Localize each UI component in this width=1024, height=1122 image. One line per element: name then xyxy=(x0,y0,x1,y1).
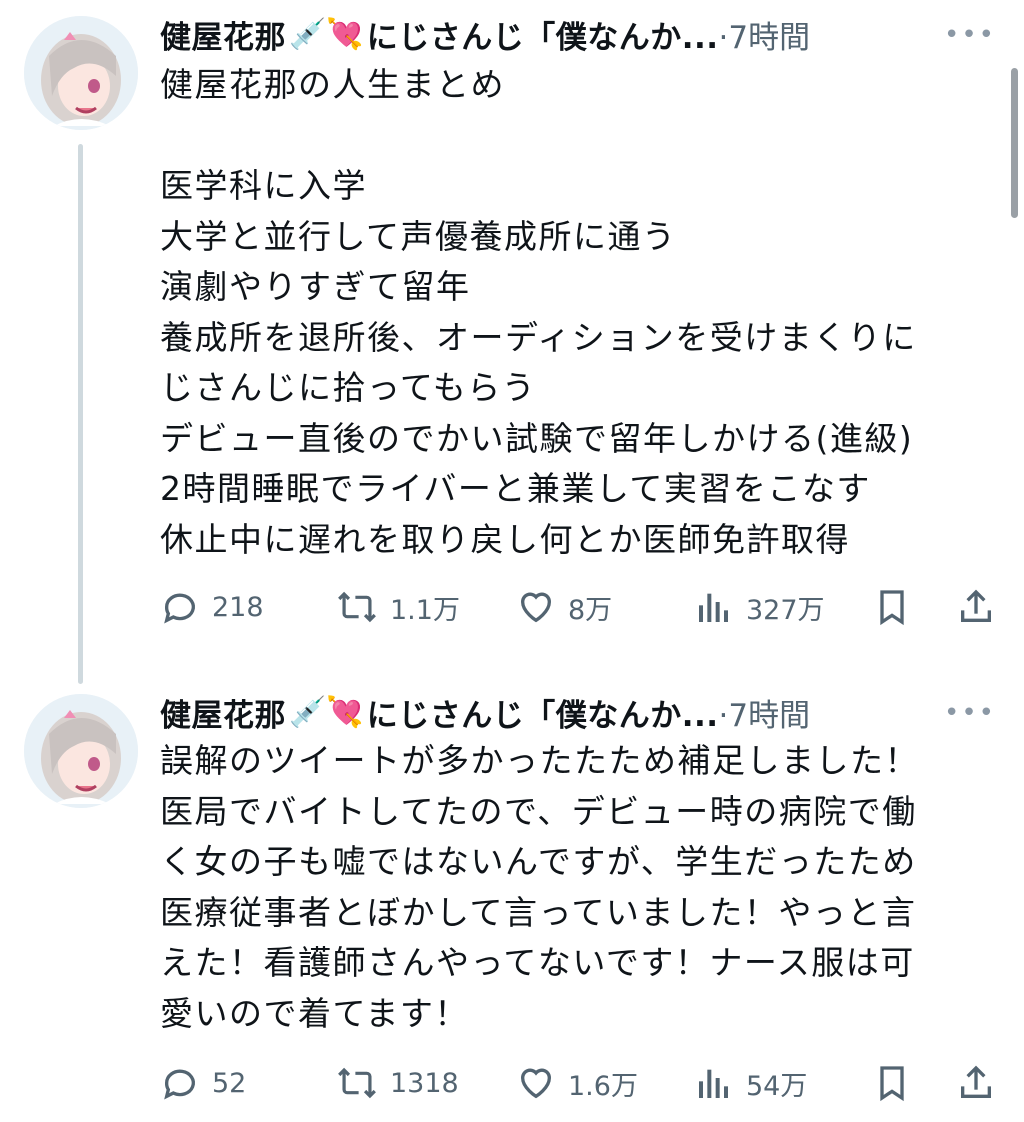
reply-icon xyxy=(164,593,195,624)
share-button[interactable] xyxy=(956,582,1008,632)
heart-icon xyxy=(521,1068,551,1099)
tweet-header: 健屋花那 💉💘 にじさんじ「僕なんか... ·7時間 xyxy=(160,690,810,734)
scrollbar[interactable] xyxy=(1011,68,1018,218)
author-name[interactable]: 健屋花那 xyxy=(160,690,286,735)
reply-count: 218 xyxy=(212,591,264,623)
action-bar: 52 1318 1.6万 54万 xyxy=(160,1058,1000,1108)
more-options-icon[interactable]: ••• xyxy=(944,20,996,50)
views-button[interactable]: 54万 xyxy=(694,1058,807,1108)
author-handle[interactable]: にじさんじ「僕なんか... xyxy=(367,12,719,57)
text-line: 誤解のツイートが多かったたため補足しました！ xyxy=(160,741,919,780)
text-line: 健屋花那の人生まとめ xyxy=(160,65,505,104)
reply-button[interactable]: 218 xyxy=(160,582,264,632)
text-line: えた！看護師さんやってないです！ナース服は可 xyxy=(160,943,915,982)
text-line: じさんじに拾ってもらう xyxy=(160,368,537,407)
tweet-text: 健屋花那の人生まとめ 医学科に入学 大学と並行して声優養成所に通う 演劇やりすぎ… xyxy=(160,60,980,565)
share-icon xyxy=(961,589,991,622)
text-line: 医療従事者とぼかして言っていました！やっと言 xyxy=(160,892,917,932)
text-line: 愛いので着てます！ xyxy=(160,993,469,1033)
thread-connector-line xyxy=(78,144,83,684)
repost-count: 1.1万 xyxy=(390,594,460,626)
bookmark-icon xyxy=(880,590,904,626)
text-line: 医局でバイトしてたので、デビュー時の病院で働 xyxy=(160,791,917,831)
repost-count: 1318 xyxy=(390,1067,459,1099)
heart-icon xyxy=(521,592,551,623)
reply-button[interactable]: 52 xyxy=(160,1058,246,1108)
repost-button[interactable]: 1.1万 xyxy=(336,582,460,632)
text-line: 休止中に遅れを取り戻し何とか医師免許取得 xyxy=(160,519,850,559)
view-count: 54万 xyxy=(746,1070,808,1102)
view-count: 327万 xyxy=(746,594,825,626)
reply-count: 52 xyxy=(212,1067,247,1099)
author-name[interactable]: 健屋花那 xyxy=(160,12,286,57)
bookmark-button[interactable] xyxy=(872,1058,924,1108)
analytics-icon xyxy=(699,1069,728,1098)
analytics-icon xyxy=(699,593,728,622)
timestamp[interactable]: ·7時間 xyxy=(719,12,811,57)
repost-icon xyxy=(338,1067,376,1099)
bookmark-icon xyxy=(880,1066,904,1102)
author-handle[interactable]: にじさんじ「僕なんか... xyxy=(367,690,719,735)
share-icon xyxy=(961,1065,991,1098)
avatar[interactable] xyxy=(24,694,138,808)
like-button[interactable]: 8万 xyxy=(516,582,612,632)
repost-icon xyxy=(338,591,376,623)
bookmark-button[interactable] xyxy=(872,582,924,632)
more-options-icon[interactable]: ••• xyxy=(944,698,996,728)
like-count: 8万 xyxy=(568,594,613,626)
share-button[interactable] xyxy=(956,1058,1008,1108)
tweet-text: 誤解のツイートが多かったたため補足しました！ 医局でバイトしてたので、デビュー時… xyxy=(160,736,980,1039)
avatar[interactable] xyxy=(24,16,138,130)
tweet-header: 健屋花那 💉💘 にじさんじ「僕なんか... ·7時間 xyxy=(160,12,810,56)
name-emojis: 💉💘 xyxy=(289,16,364,52)
text-line: 医学科に入学 xyxy=(160,166,367,205)
action-bar: 218 1.1万 8万 327万 xyxy=(160,582,1000,632)
like-count: 1.6万 xyxy=(568,1070,638,1102)
like-button[interactable]: 1.6万 xyxy=(516,1058,638,1108)
text-line xyxy=(160,111,980,162)
text-line: 養成所を退所後、オーディションを受けまくりに xyxy=(160,317,917,357)
text-line: く女の子も嘘ではないんですが、学生だったため xyxy=(160,842,917,881)
repost-button[interactable]: 1318 xyxy=(336,1058,459,1108)
text-line: 演劇やりすぎて留年 xyxy=(160,267,471,306)
text-line: 2時間睡眠でライバーと兼業して実習をこなす xyxy=(160,469,871,508)
timestamp[interactable]: ·7時間 xyxy=(719,690,811,735)
views-button[interactable]: 327万 xyxy=(694,582,825,632)
text-line: 大学と並行して声優養成所に通う xyxy=(160,216,677,256)
text-line: デビュー直後のでかい試験で留年しかける(進級) xyxy=(160,418,914,458)
reply-icon xyxy=(164,1069,195,1100)
name-emojis: 💉💘 xyxy=(289,694,364,730)
